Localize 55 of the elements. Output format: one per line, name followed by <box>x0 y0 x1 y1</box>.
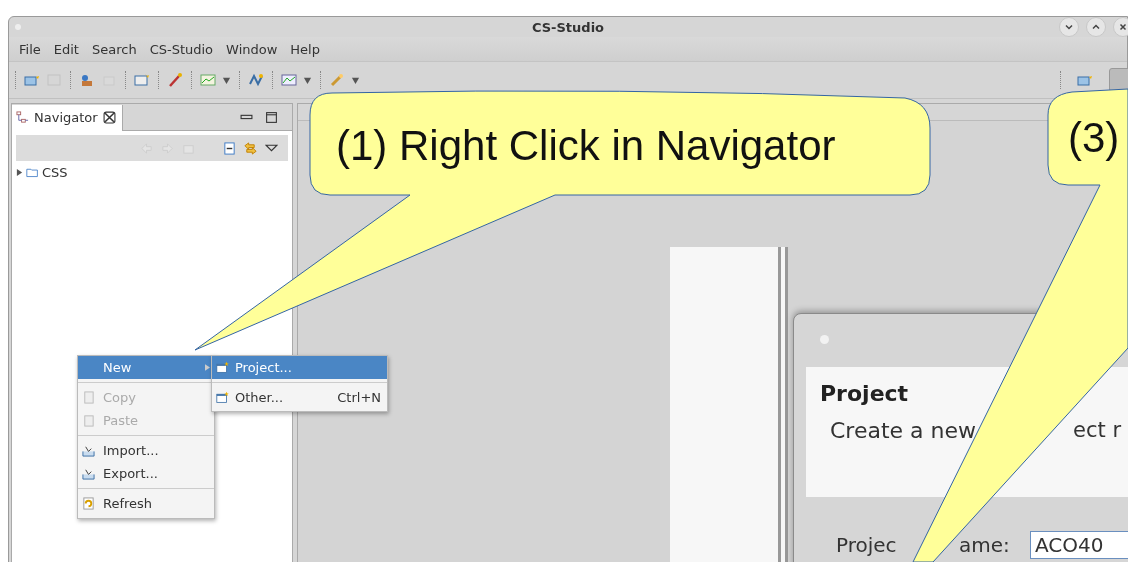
window-menu-dot[interactable] <box>15 24 21 30</box>
close-icon <box>1119 23 1127 31</box>
dialog-heading: Project <box>820 381 910 406</box>
copy-icon <box>82 391 95 404</box>
tray-icon <box>82 444 95 457</box>
callout-text: (3) <box>1068 114 1120 162</box>
menu-item[interactable]: Other... Ctrl+N <box>212 386 387 409</box>
new-window-icon <box>216 361 229 374</box>
menu-item[interactable]: Window <box>226 41 285 57</box>
tree-item[interactable]: CSS <box>42 165 68 180</box>
menu-item[interactable]: Import... <box>78 439 214 462</box>
field-label: ame: <box>959 533 1010 557</box>
menu-item[interactable]: Project... <box>212 356 387 379</box>
dropdown-arrow-icon[interactable] <box>222 75 231 85</box>
clipboard-icon <box>82 414 95 427</box>
minimize-button[interactable] <box>1059 17 1079 37</box>
link-arrows-icon[interactable] <box>244 141 257 155</box>
tray-icon <box>82 467 95 480</box>
chevron-up-icon <box>1092 24 1100 30</box>
project-name-field[interactable]: ACO40 <box>1030 531 1128 559</box>
chart-icon[interactable] <box>200 72 216 88</box>
expand-arrow-icon[interactable] <box>16 169 23 176</box>
description-text: Create a new <box>830 418 977 443</box>
maximize-icon[interactable] <box>265 110 278 124</box>
menu-item[interactable]: Search <box>91 41 144 57</box>
close-icon[interactable] <box>102 111 116 124</box>
chart-icon[interactable] <box>281 72 297 88</box>
dropdown-arrow-icon[interactable] <box>303 75 312 85</box>
dropdown-arrow-icon[interactable] <box>351 75 360 85</box>
menu-item[interactable]: Edit <box>53 41 86 57</box>
people-icon[interactable] <box>79 72 95 88</box>
chevron-down-icon <box>1065 24 1073 30</box>
refresh-icon <box>82 497 95 510</box>
navigator-tab[interactable]: Navigator <box>12 104 123 131</box>
tab-label: Navigator <box>34 110 98 125</box>
new-window-icon <box>216 391 229 404</box>
window-icon[interactable] <box>134 72 150 88</box>
wand-icon[interactable] <box>167 72 183 88</box>
folder-icon <box>26 166 39 179</box>
field-label: Projec <box>836 533 897 557</box>
close-button[interactable] <box>1113 17 1128 37</box>
collapse-all-icon[interactable] <box>223 141 236 155</box>
diagram-icon[interactable] <box>248 72 264 88</box>
window-title: CS-Studio <box>531 19 605 35</box>
menu-item[interactable]: Export... <box>78 462 214 485</box>
menu-item[interactable]: File <box>19 41 48 57</box>
window-menu-dot[interactable] <box>820 335 829 344</box>
description-text: ect r <box>1073 418 1121 442</box>
menu-item[interactable]: Help <box>290 41 327 57</box>
maximize-button[interactable] <box>1086 17 1106 37</box>
menu-item[interactable]: CS-Studio <box>149 41 221 57</box>
callout-text: (1) Right Click in Navigator <box>336 122 836 170</box>
menu-item[interactable]: New <box>78 356 214 379</box>
menu-item[interactable]: Refresh <box>78 492 214 515</box>
tree-icon <box>16 111 29 124</box>
